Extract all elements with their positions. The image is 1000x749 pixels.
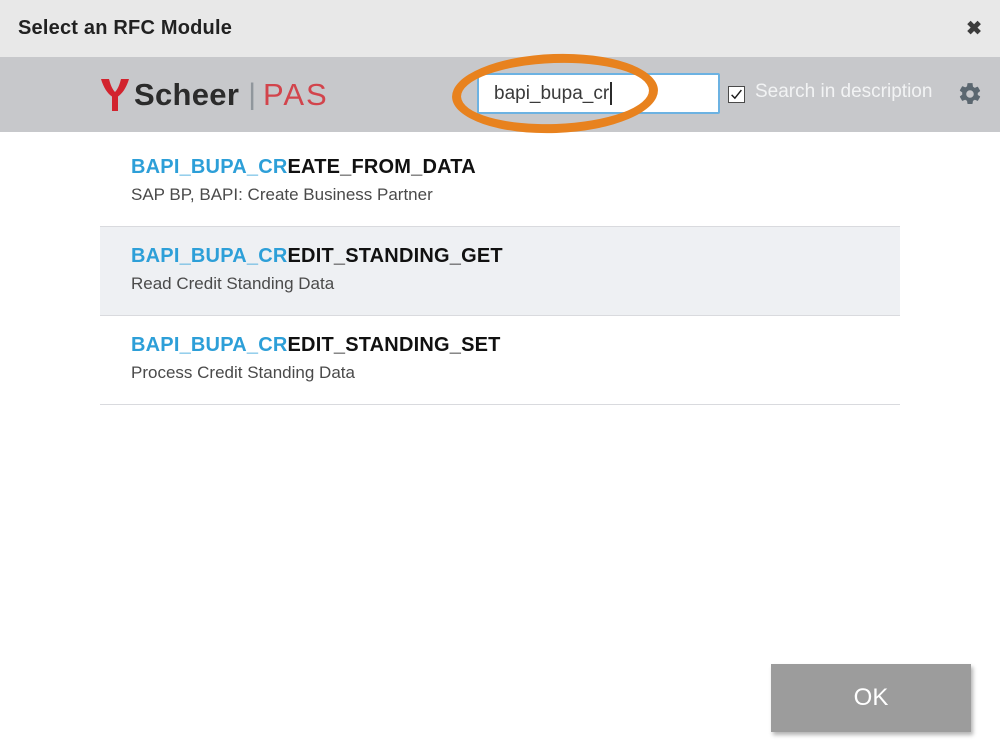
rfc-module-list-item[interactable]: BAPI_BUPA_CREATE_FROM_DATA SAP BP, BAPI:… bbox=[100, 138, 900, 227]
logo-name: Scheer bbox=[134, 76, 240, 112]
search-in-description-checkbox[interactable] bbox=[728, 86, 745, 103]
rfc-module-name: BAPI_BUPA_CREDIT_STANDING_SET bbox=[131, 332, 880, 358]
text-caret bbox=[610, 82, 613, 105]
search-input-value: bapi_bupa_cr bbox=[494, 82, 610, 104]
match-highlight: BAPI_BUPA_CR bbox=[131, 334, 288, 356]
rfc-module-description: Process Credit Standing Data bbox=[131, 363, 355, 382]
search-in-description-label: Search in description bbox=[755, 81, 933, 102]
search-input[interactable]: bapi_bupa_cr bbox=[477, 73, 720, 114]
name-rest: EDIT_STANDING_SET bbox=[287, 334, 501, 356]
rfc-module-list-item[interactable]: BAPI_BUPA_CREDIT_STANDING_GET Read Credi… bbox=[100, 227, 900, 316]
scheer-y-mark-icon bbox=[101, 78, 129, 111]
name-rest: EDIT_STANDING_GET bbox=[287, 245, 503, 267]
rfc-module-description: Read Credit Standing Data bbox=[131, 274, 335, 293]
name-rest: EATE_FROM_DATA bbox=[287, 156, 476, 178]
gear-icon[interactable] bbox=[957, 81, 983, 107]
rfc-module-list-item[interactable]: BAPI_BUPA_CREDIT_STANDING_SET Process Cr… bbox=[100, 316, 900, 405]
match-highlight: BAPI_BUPA_CR bbox=[131, 156, 288, 178]
scheer-pas-logo: Scheer | PAS bbox=[100, 77, 329, 113]
ok-button[interactable]: OK bbox=[771, 664, 971, 732]
check-icon bbox=[731, 89, 742, 100]
logo-suffix: PAS bbox=[263, 76, 329, 112]
rfc-module-list: BAPI_BUPA_CREATE_FROM_DATA SAP BP, BAPI:… bbox=[100, 138, 900, 405]
toolbar: Scheer | PAS bapi_bupa_cr Search in desc… bbox=[0, 57, 1000, 132]
rfc-module-description: SAP BP, BAPI: Create Business Partner bbox=[131, 185, 433, 204]
match-highlight: BAPI_BUPA_CR bbox=[131, 245, 288, 267]
close-icon[interactable]: ✖ bbox=[962, 15, 986, 42]
dialog-titlebar: Select an RFC Module ✖ bbox=[0, 0, 1000, 57]
rfc-module-name: BAPI_BUPA_CREATE_FROM_DATA bbox=[131, 154, 880, 180]
dialog-title: Select an RFC Module bbox=[18, 17, 233, 39]
rfc-module-name: BAPI_BUPA_CREDIT_STANDING_GET bbox=[131, 243, 880, 269]
logo-pipe: | bbox=[248, 77, 256, 111]
